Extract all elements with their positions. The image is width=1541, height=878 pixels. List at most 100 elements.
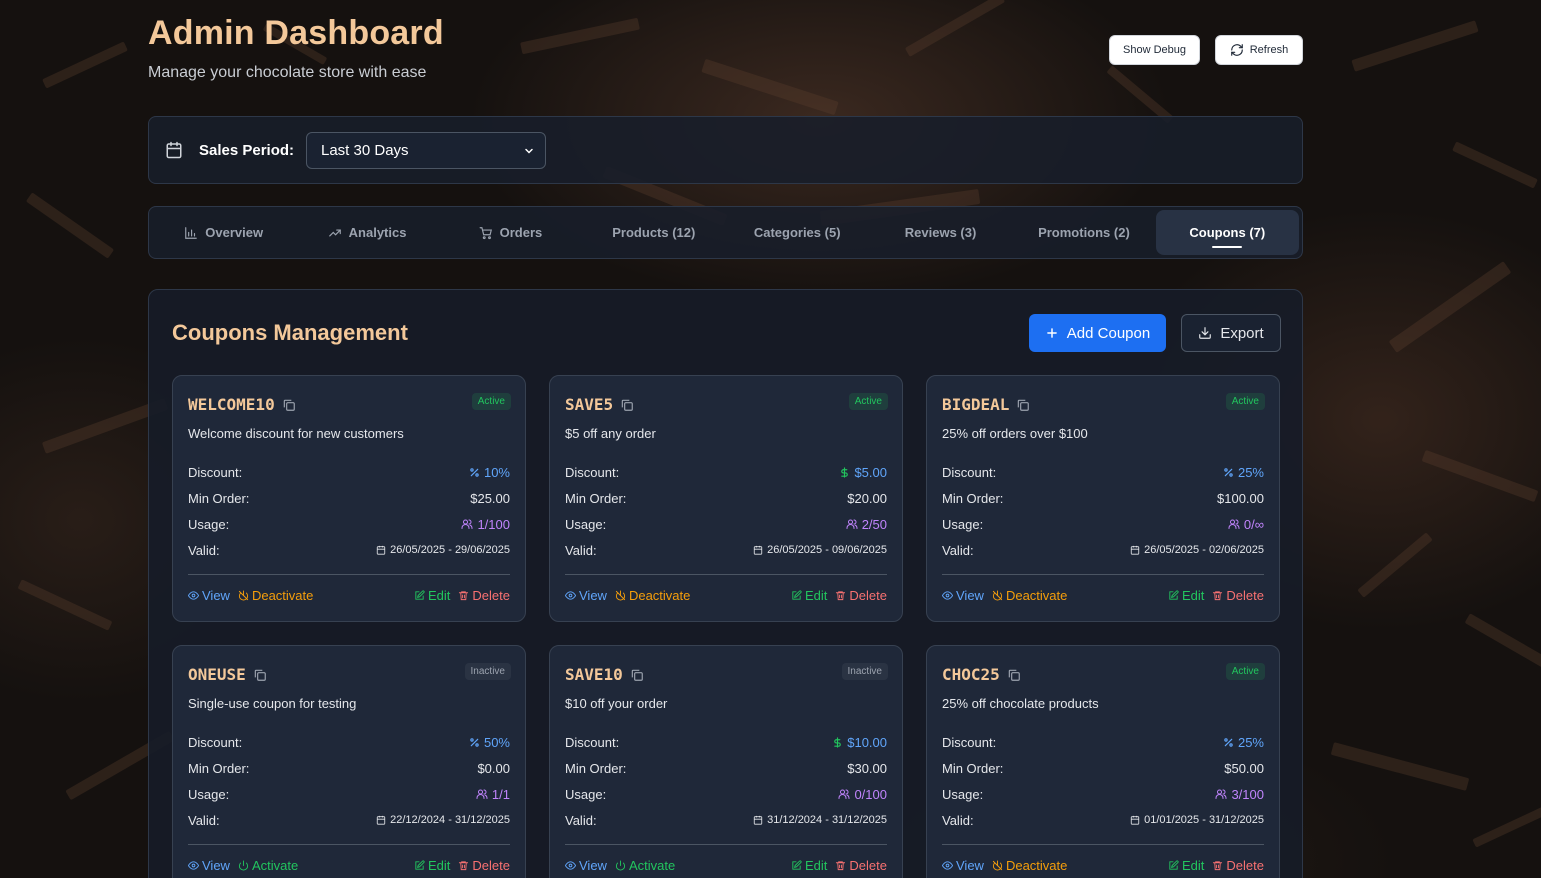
tab-coupons[interactable]: Coupons (7)	[1155, 210, 1299, 255]
valid-text: 26/05/2025 - 29/06/2025	[390, 544, 510, 556]
delete-button[interactable]: Delete	[1212, 858, 1264, 873]
tab-categories[interactable]: Categories (5)	[726, 210, 869, 255]
chocolate-shard	[1464, 613, 1541, 678]
delete-button[interactable]: Delete	[835, 588, 887, 603]
page-title: Admin Dashboard	[148, 14, 444, 52]
activate-button[interactable]: Activate	[238, 858, 298, 873]
tab-reviews[interactable]: Reviews (3)	[869, 210, 1012, 255]
copy-icon[interactable]	[630, 668, 644, 682]
page-subtitle: Manage your chocolate store with ease	[148, 64, 427, 81]
toggle-label: Deactivate	[1005, 858, 1068, 873]
edit-icon	[791, 860, 802, 871]
view-button[interactable]: View	[942, 858, 984, 873]
view-button[interactable]: View	[565, 588, 607, 603]
export-button[interactable]: Export	[1181, 314, 1281, 352]
delete-button[interactable]: Delete	[835, 858, 887, 873]
activate-button[interactable]: Activate	[615, 858, 675, 873]
copy-icon[interactable]	[1007, 668, 1021, 682]
deactivate-button[interactable]: Deactivate	[992, 858, 1067, 873]
tab-label: Coupons (7)	[1189, 225, 1266, 240]
discount-value: $10.00	[832, 735, 887, 750]
cart-icon	[479, 226, 493, 240]
tab-bar: Overview Analytics Orders Products (12) …	[148, 206, 1303, 259]
refresh-label: Refresh	[1249, 44, 1289, 56]
copy-icon[interactable]	[282, 398, 296, 412]
trash-icon	[835, 860, 846, 871]
usage-row: Usage: 0/100	[565, 786, 887, 802]
chocolate-shard	[1388, 261, 1512, 353]
page-header: Admin Dashboard Manage your chocolate st…	[148, 0, 1303, 100]
edit-label: Edit	[1182, 858, 1205, 873]
deactivate-button[interactable]: Deactivate	[992, 588, 1067, 603]
view-button[interactable]: View	[565, 858, 607, 873]
edit-label: Edit	[805, 858, 828, 873]
usage-row: Usage: 0/∞	[942, 516, 1264, 532]
discount-value: 50%	[469, 735, 510, 750]
usage-label: Usage:	[565, 786, 607, 802]
status-badge: Active	[1225, 663, 1265, 680]
usage-label: Usage:	[188, 516, 230, 532]
coupon-card: SAVE10 Inactive $10 off your order Discount…	[549, 645, 903, 878]
tab-orders[interactable]: Orders	[439, 210, 582, 255]
tab-overview[interactable]: Overview	[152, 210, 295, 255]
discount-label: Discount:	[565, 734, 620, 750]
card-actions: View Activate Edit Delete	[565, 858, 887, 873]
status-badge: Active	[1225, 393, 1265, 410]
view-button[interactable]: View	[188, 858, 230, 873]
usage-row: Usage: 1/100	[188, 516, 510, 532]
show-debug-button[interactable]: Show Debug	[1109, 35, 1200, 65]
delete-button[interactable]: Delete	[458, 588, 510, 603]
toggle-label: Deactivate	[1005, 588, 1068, 603]
dollar-icon	[839, 466, 850, 478]
status-badge: Active	[471, 393, 511, 410]
discount-text: 50%	[483, 734, 510, 750]
refresh-button[interactable]: Refresh	[1215, 35, 1303, 65]
edit-button[interactable]: Edit	[414, 858, 450, 873]
copy-icon[interactable]	[1016, 398, 1030, 412]
tab-label: Orders	[499, 225, 543, 240]
min-order-value: $50.00	[1224, 760, 1264, 776]
delete-label: Delete	[472, 588, 510, 603]
power-icon	[238, 860, 249, 871]
add-coupon-button[interactable]: Add Coupon	[1029, 314, 1166, 352]
deactivate-button[interactable]: Deactivate	[615, 588, 690, 603]
eye-icon	[188, 860, 199, 871]
delete-button[interactable]: Delete	[1212, 588, 1264, 603]
coupon-description: $10 off your order	[565, 696, 668, 711]
bar-chart-icon	[184, 226, 198, 240]
usage-value: 1/1	[476, 787, 510, 802]
sales-period-value: Last 30 Days	[321, 142, 409, 159]
users-icon	[461, 518, 473, 530]
coupon-code: SAVE10	[565, 665, 644, 684]
deactivate-button[interactable]: Deactivate	[238, 588, 313, 603]
tab-products[interactable]: Products (12)	[582, 210, 725, 255]
edit-button[interactable]: Edit	[791, 588, 827, 603]
copy-icon[interactable]	[620, 398, 634, 412]
delete-button[interactable]: Delete	[458, 858, 510, 873]
discount-text: 10%	[483, 464, 510, 480]
calendar-icon	[376, 545, 386, 555]
trending-up-icon	[328, 226, 342, 240]
valid-value: 01/01/2025 - 31/12/2025	[1130, 814, 1264, 826]
card-actions: View Deactivate Edit Delete	[188, 588, 510, 603]
edit-button[interactable]: Edit	[414, 588, 450, 603]
tab-analytics[interactable]: Analytics	[295, 210, 438, 255]
coupon-code-text: WELCOME10	[188, 395, 275, 414]
view-button[interactable]: View	[942, 588, 984, 603]
edit-button[interactable]: Edit	[791, 858, 827, 873]
view-button[interactable]: View	[188, 588, 230, 603]
toggle-label: Activate	[251, 858, 299, 873]
min-order-row: Min Order: $0.00	[188, 760, 510, 776]
edit-button[interactable]: Edit	[1168, 588, 1204, 603]
min-order-label: Min Order:	[188, 490, 250, 506]
discount-text: $5.00	[854, 464, 887, 480]
tab-promotions[interactable]: Promotions (2)	[1012, 210, 1155, 255]
right-actions: Edit Delete	[414, 858, 510, 873]
usage-text: 0/100	[854, 786, 887, 802]
sales-period-select[interactable]: Last 30 Days	[306, 132, 546, 169]
edit-button[interactable]: Edit	[1168, 858, 1204, 873]
copy-icon[interactable]	[253, 668, 267, 682]
valid-value: 22/12/2024 - 31/12/2025	[376, 814, 510, 826]
coupon-card: WELCOME10 Active Welcome discount for new …	[172, 375, 526, 622]
discount-text: 25%	[1237, 464, 1264, 480]
